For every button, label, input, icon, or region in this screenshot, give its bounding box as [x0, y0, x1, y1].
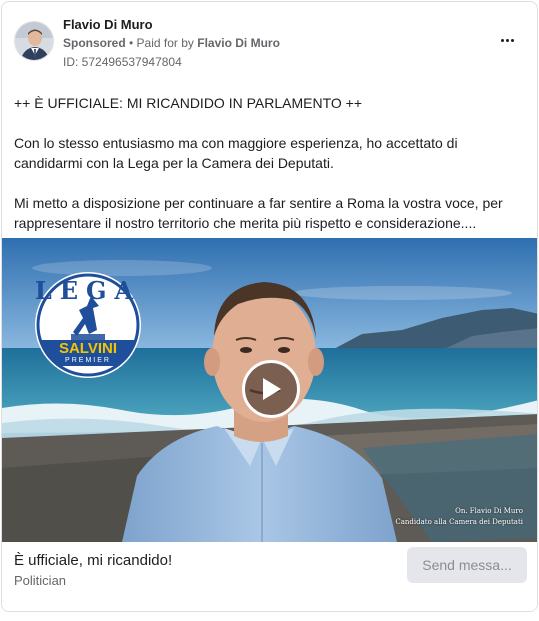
sponsored-line: Sponsored • Paid for by Flavio Di Muro — [63, 36, 280, 50]
body-paragraph[interactable]: Mi metto a disposizione per continuare a… — [14, 193, 529, 233]
lega-logo: LEGA SALVINI PREMIER — [33, 270, 143, 380]
more-options-button[interactable] — [497, 30, 517, 50]
more-horizontal-icon — [500, 38, 504, 42]
play-button[interactable] — [242, 360, 300, 418]
body-paragraph: Con lo stesso entusiasmo ma con maggiore… — [14, 135, 458, 171]
author-name[interactable]: Flavio Di Muro — [63, 17, 153, 32]
cta-title[interactable]: È ufficiale, mi ricandido! — [14, 552, 172, 569]
caption-line2: Candidato alla Camera dei Deputati — [395, 518, 523, 526]
body-paragraph-headline: ++ È UFFICIALE: MI RICANDIDO IN PARLAMEN… — [14, 95, 363, 111]
logo-bottom-text: PREMIER — [65, 357, 111, 364]
ad-card: Flavio Di Muro Sponsored • Paid for by F… — [1, 1, 538, 612]
paid-for-name: Flavio Di Muro — [197, 36, 280, 50]
ad-id: ID: 572496537947804 — [63, 55, 182, 69]
caption-line1: On. Flavio Di Muro — [455, 507, 523, 515]
sponsored-label: Sponsored — [63, 36, 126, 50]
logo-top-text: LEGA — [34, 276, 142, 305]
play-icon — [263, 378, 281, 400]
cta-footer: È ufficiale, mi ricandido! Politician Se… — [2, 542, 537, 611]
cta-subtitle: Politician — [14, 573, 67, 588]
post-header: Flavio Di Muro Sponsored • Paid for by F… — [2, 2, 537, 82]
video-media[interactable]: LEGA SALVINI PREMIER On. Flavio Di Muro … — [2, 238, 537, 542]
separator: • — [125, 36, 137, 50]
post-body: ++ È UFFICIALE: MI RICANDIDO IN PARLAMEN… — [14, 93, 529, 233]
avatar[interactable] — [14, 21, 54, 61]
logo-band-text: SALVINI — [58, 340, 118, 357]
send-message-button[interactable]: Send messa... — [407, 547, 527, 583]
video-caption: On. Flavio Di Muro Candidato alla Camera… — [395, 506, 523, 528]
paid-for-prefix: Paid for by — [136, 36, 198, 50]
